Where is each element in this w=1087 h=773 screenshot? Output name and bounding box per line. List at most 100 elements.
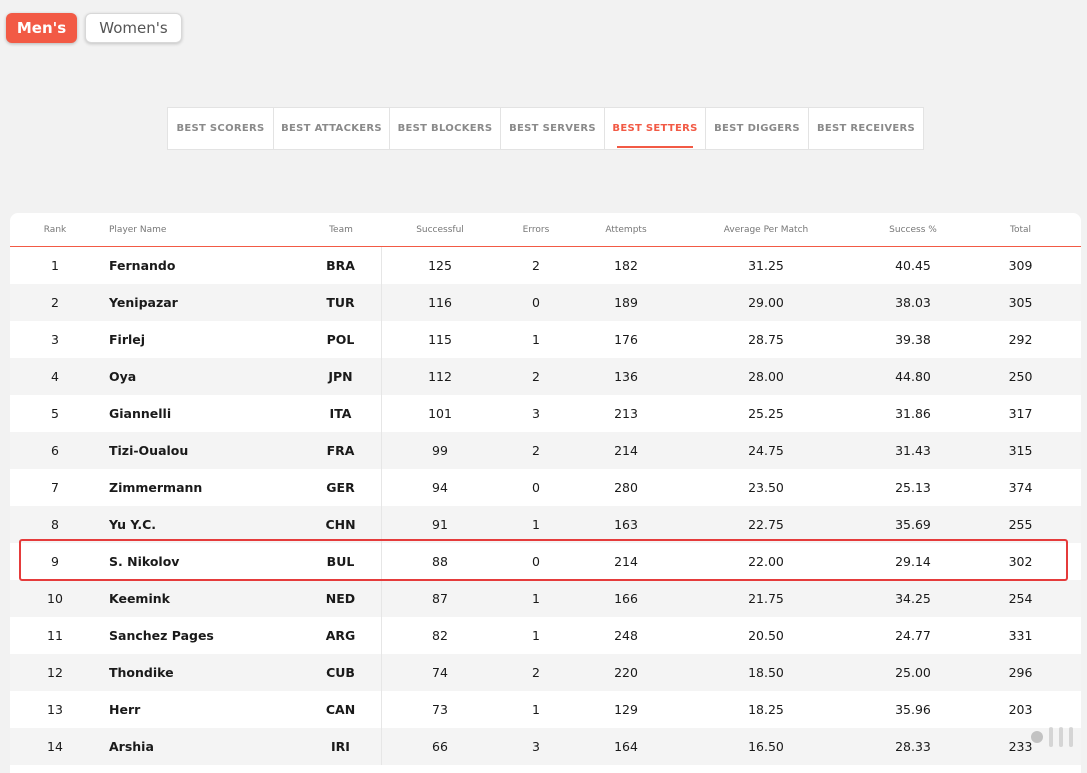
cell-attempts: 136	[614, 369, 638, 384]
cell-rank: 11	[47, 628, 63, 643]
cell-rank: 8	[51, 517, 59, 532]
cell-player-name[interactable]: Oya	[100, 369, 300, 384]
cell-success-pct: 31.43	[895, 443, 931, 458]
table-row[interactable]: 4 Oya JPN 112 2 136 28.00 44.80 250	[10, 358, 1081, 395]
cell-success-pct: 35.96	[895, 702, 931, 717]
cell-player-name[interactable]: Yenipazar	[100, 295, 300, 310]
table-row[interactable]: 3 Firlej POL 115 1 176 28.75 39.38 292	[10, 321, 1081, 358]
tab-best-receivers[interactable]: BEST RECEIVERS	[809, 108, 923, 149]
cell-player-name[interactable]: S. Nikolov	[100, 554, 300, 569]
table-row[interactable]: 14 Arshia IRI 66 3 164 16.50 28.33 233	[10, 728, 1081, 765]
cell-player-name[interactable]: Giannelli	[100, 406, 300, 421]
tab-best-diggers[interactable]: BEST DIGGERS	[706, 108, 809, 149]
cell-successful: 115	[428, 332, 452, 347]
gender-tabs: Men's Women's	[6, 13, 182, 43]
cell-average-per-match: 18.25	[748, 702, 784, 717]
cell-errors: 2	[532, 443, 540, 458]
table-row[interactable]: 10 Keemink NED 87 1 166 21.75 34.25 254	[10, 580, 1081, 617]
table-row[interactable]: 13 Herr CAN 73 1 129 18.25 35.96 203	[10, 691, 1081, 728]
header-success-pct[interactable]: Success %	[854, 225, 972, 235]
cell-attempts: 163	[614, 517, 638, 532]
tab-best-blockers[interactable]: BEST BLOCKERS	[390, 108, 501, 149]
cell-player-name[interactable]: Arshia	[100, 739, 300, 754]
cell-player-name[interactable]: Keemink	[100, 591, 300, 606]
cell-successful: 73	[432, 702, 448, 717]
cell-total: 331	[1008, 628, 1033, 643]
cell-successful: 66	[432, 739, 448, 754]
table-row[interactable]: 7 Zimmermann GER 94 0 280 23.50 25.13 374	[10, 469, 1081, 506]
tab-men[interactable]: Men's	[6, 13, 77, 43]
table-row[interactable]: 8 Yu Y.C. CHN 91 1 163 22.75 35.69 255	[10, 506, 1081, 543]
cell-success-pct: 38.03	[895, 295, 931, 310]
cell-total: 302	[1008, 554, 1033, 569]
cell-average-per-match: 24.75	[748, 443, 784, 458]
header-total[interactable]: Total	[972, 225, 1069, 235]
cell-rank: 13	[47, 702, 63, 717]
header-rank[interactable]: Rank	[10, 225, 100, 235]
tab-best-attackers[interactable]: BEST ATTACKERS	[274, 108, 390, 149]
cell-success-pct: 31.86	[895, 406, 931, 421]
header-attempts[interactable]: Attempts	[574, 225, 678, 235]
cell-attempts: 189	[614, 295, 638, 310]
cell-team: GER	[300, 469, 382, 506]
cell-team: CHN	[300, 506, 382, 543]
watermark-dot	[1031, 731, 1043, 743]
cell-player-name[interactable]: Fernando	[100, 258, 300, 273]
table-row[interactable]: 12 Thondike CUB 74 2 220 18.50 25.00 296	[10, 654, 1081, 691]
cell-team: IRI	[300, 728, 382, 765]
table-row[interactable]: 11 Sanchez Pages ARG 82 1 248 20.50 24.77 331	[10, 617, 1081, 654]
cell-errors: 0	[532, 554, 540, 569]
cell-average-per-match: 28.00	[748, 369, 784, 384]
cell-errors: 1	[532, 332, 540, 347]
cell-attempts: 166	[614, 591, 638, 606]
table-row-highlighted[interactable]: 9 S. Nikolov BUL 88 0 214 22.00 29.14 302	[10, 543, 1081, 580]
cell-player-name[interactable]: Firlej	[100, 332, 300, 347]
cell-attempts: 213	[614, 406, 638, 421]
header-successful[interactable]: Successful	[382, 225, 498, 235]
cell-successful: 116	[428, 295, 452, 310]
cell-team: BUL	[300, 543, 382, 580]
cell-attempts: 164	[614, 739, 638, 754]
cell-rank: 10	[47, 591, 63, 606]
cell-team: CAN	[300, 691, 382, 728]
cell-team: ARG	[300, 617, 382, 654]
cell-attempts: 280	[614, 480, 638, 495]
header-average-per-match[interactable]: Average Per Match	[678, 225, 854, 235]
cell-rank: 7	[51, 480, 59, 495]
cell-average-per-match: 16.50	[748, 739, 784, 754]
cell-total: 309	[1008, 258, 1033, 273]
cell-team: BRA	[300, 247, 382, 284]
watermark	[1031, 727, 1073, 747]
cell-errors: 2	[532, 258, 540, 273]
tab-women[interactable]: Women's	[85, 13, 182, 43]
header-team[interactable]: Team	[300, 225, 382, 235]
cell-attempts: 220	[614, 665, 638, 680]
header-player-name[interactable]: Player Name	[100, 225, 300, 235]
cell-average-per-match: 20.50	[748, 628, 784, 643]
cell-errors: 2	[532, 369, 540, 384]
table-row[interactable]: 5 Giannelli ITA 101 3 213 25.25 31.86 317	[10, 395, 1081, 432]
table-row[interactable]: 6 Tizi-Oualou FRA 99 2 214 24.75 31.43 315	[10, 432, 1081, 469]
table-row[interactable]: 1 Fernando BRA 125 2 182 31.25 40.45 309	[10, 247, 1081, 284]
cell-player-name[interactable]: Yu Y.C.	[100, 517, 300, 532]
cell-rank: 6	[51, 443, 59, 458]
cell-player-name[interactable]: Thondike	[100, 665, 300, 680]
cell-errors: 1	[532, 517, 540, 532]
cell-attempts: 248	[614, 628, 638, 643]
cell-successful: 99	[432, 443, 448, 458]
tab-best-scorers[interactable]: BEST SCORERS	[168, 108, 274, 149]
cell-errors: 1	[532, 628, 540, 643]
cell-average-per-match: 22.00	[748, 554, 784, 569]
cell-errors: 3	[532, 406, 540, 421]
cell-total: 255	[1008, 517, 1033, 532]
tab-best-servers[interactable]: BEST SERVERS	[501, 108, 605, 149]
cell-player-name[interactable]: Sanchez Pages	[100, 628, 300, 643]
cell-player-name[interactable]: Tizi-Oualou	[100, 443, 300, 458]
tab-best-setters[interactable]: BEST SETTERS	[605, 108, 706, 149]
header-errors[interactable]: Errors	[498, 225, 574, 235]
cell-rank: 2	[51, 295, 59, 310]
cell-player-name[interactable]: Herr	[100, 702, 300, 717]
cell-player-name[interactable]: Zimmermann	[100, 480, 300, 495]
cell-successful: 112	[428, 369, 452, 384]
table-row[interactable]: 2 Yenipazar TUR 116 0 189 29.00 38.03 305	[10, 284, 1081, 321]
